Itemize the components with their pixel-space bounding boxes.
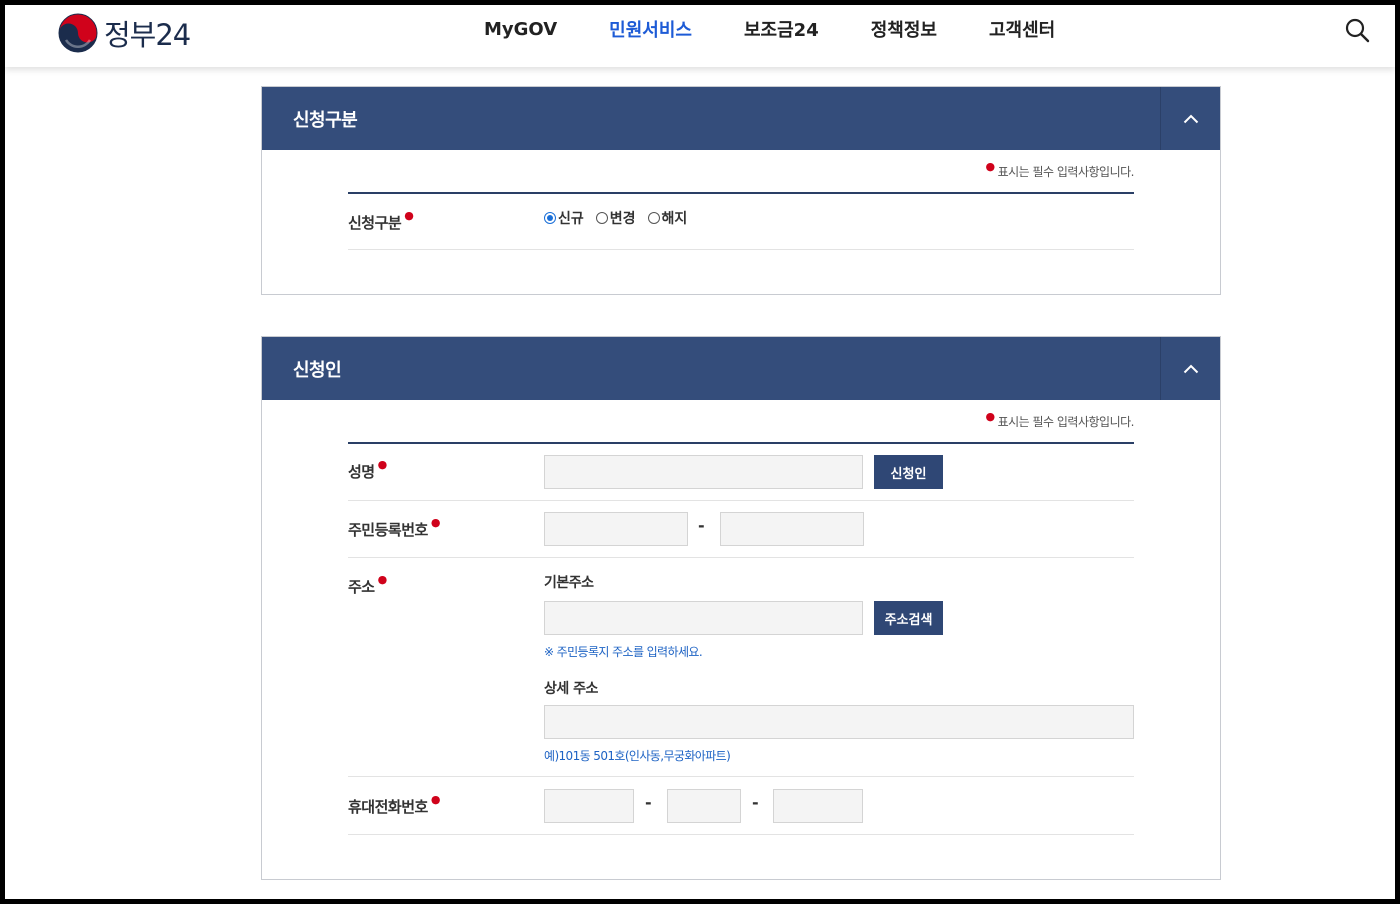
basic-address-hint: ※ 주민등록지 주소를 입력하세요. xyxy=(544,645,703,659)
field-label: 신청구분 ● xyxy=(348,209,414,232)
radio-group-type: 신규 변경 해지 xyxy=(544,208,699,228)
field-label: 주소 ● xyxy=(348,573,388,596)
required-dot-icon: ● xyxy=(377,573,388,586)
separator: - xyxy=(698,516,705,535)
required-dot-icon: ● xyxy=(377,458,388,471)
row-rrn: 주민등록번호 ● - xyxy=(348,501,1134,558)
page-frame: 정부24 MyGOV 민원서비스 보조금24 정책정보 고객센터 신청구분 ● 표… xyxy=(5,5,1395,899)
nav-item-mygov[interactable]: MyGOV xyxy=(484,19,557,40)
required-note: ● 표시는 필수 입력사항입니다. xyxy=(985,160,1134,179)
nav-item-customer-center[interactable]: 고객센터 xyxy=(989,16,1055,42)
row-application-type: 신청구분 ● 신규 변경 해지 xyxy=(348,194,1134,250)
nav-item-policy[interactable]: 정책정보 xyxy=(871,16,937,42)
required-dot-icon: ● xyxy=(985,160,995,173)
logo[interactable]: 정부24 xyxy=(58,9,191,57)
detail-address-hint: 예)101동 501호(인사동,무궁화아파트) xyxy=(544,749,731,763)
address-search-button[interactable]: 주소검색 xyxy=(874,601,943,635)
field-label: 성명 ● xyxy=(348,458,388,481)
required-dot-icon: ● xyxy=(430,516,441,529)
radio-cancel[interactable]: 해지 xyxy=(647,208,687,228)
required-dot-icon: ● xyxy=(985,410,995,423)
logo-text: 정부24 xyxy=(104,18,191,52)
separator: - xyxy=(752,793,759,812)
applicant-button[interactable]: 신청인 xyxy=(874,455,943,489)
nav-item-civil-service[interactable]: 민원서비스 xyxy=(609,16,692,42)
row-phone: 휴대전화번호 ● - - xyxy=(348,777,1134,835)
detail-address-input[interactable] xyxy=(544,705,1134,739)
separator: - xyxy=(645,793,652,812)
rrn-back-input[interactable] xyxy=(720,512,864,546)
chevron-up-icon xyxy=(1183,114,1198,123)
detail-address-label: 상세 주소 xyxy=(544,681,598,697)
name-input[interactable] xyxy=(544,455,863,489)
required-note: ● 표시는 필수 입력사항입니다. xyxy=(985,410,1134,429)
basic-address-label: 기본주소 xyxy=(544,575,594,591)
main-nav: MyGOV 민원서비스 보조금24 정책정보 고객센터 xyxy=(484,5,1107,53)
section-header: 신청인 xyxy=(262,337,1220,400)
collapse-toggle[interactable] xyxy=(1160,337,1220,400)
nav-item-subsidy[interactable]: 보조금24 xyxy=(744,16,819,42)
rrn-front-input[interactable] xyxy=(544,512,688,546)
section-applicant: 신청인 ●표시는 필수 입력사항입니다. 성명● 신청인 주민등록번호● xyxy=(261,336,1221,880)
phone-part2-input[interactable] xyxy=(667,789,741,823)
radio-circle[interactable] xyxy=(595,212,608,224)
radio-change[interactable]: 변경 xyxy=(595,208,636,228)
chevron-up-icon xyxy=(1183,364,1198,373)
taegeuk-logo-icon xyxy=(58,13,98,53)
search-icon[interactable] xyxy=(1344,17,1370,43)
section-header: 신청구분 xyxy=(262,87,1220,150)
radio-circle[interactable] xyxy=(544,212,556,224)
section-title: 신청인 xyxy=(293,359,342,381)
section-application-type: 신청구분 ● 표시는 필수 입력사항입니다. 신청구분 ● 신규 변경 해지 xyxy=(261,86,1221,295)
radio-circle[interactable] xyxy=(647,212,660,224)
row-address: 주소 ● 기본주소 주소검색 ※ 주민등록지 주소를 입력하세요. 상세 주소 예… xyxy=(348,558,1134,777)
radio-new[interactable]: 신규 xyxy=(544,208,584,228)
required-dot-icon: ● xyxy=(404,209,414,222)
basic-address-input[interactable] xyxy=(544,601,863,635)
row-name: 성명 ● 신청인 xyxy=(348,444,1134,501)
field-label: 주민등록번호 ● xyxy=(348,516,441,539)
required-dot-icon: ● xyxy=(430,793,441,806)
field-label: 휴대전화번호 ● xyxy=(348,793,441,816)
phone-part3-input[interactable] xyxy=(773,789,863,823)
phone-part1-input[interactable] xyxy=(544,789,634,823)
top-header: 정부24 MyGOV 민원서비스 보조금24 정책정보 고객센터 xyxy=(5,5,1395,67)
section-title: 신청구분 xyxy=(293,109,358,131)
collapse-toggle[interactable] xyxy=(1160,87,1220,150)
